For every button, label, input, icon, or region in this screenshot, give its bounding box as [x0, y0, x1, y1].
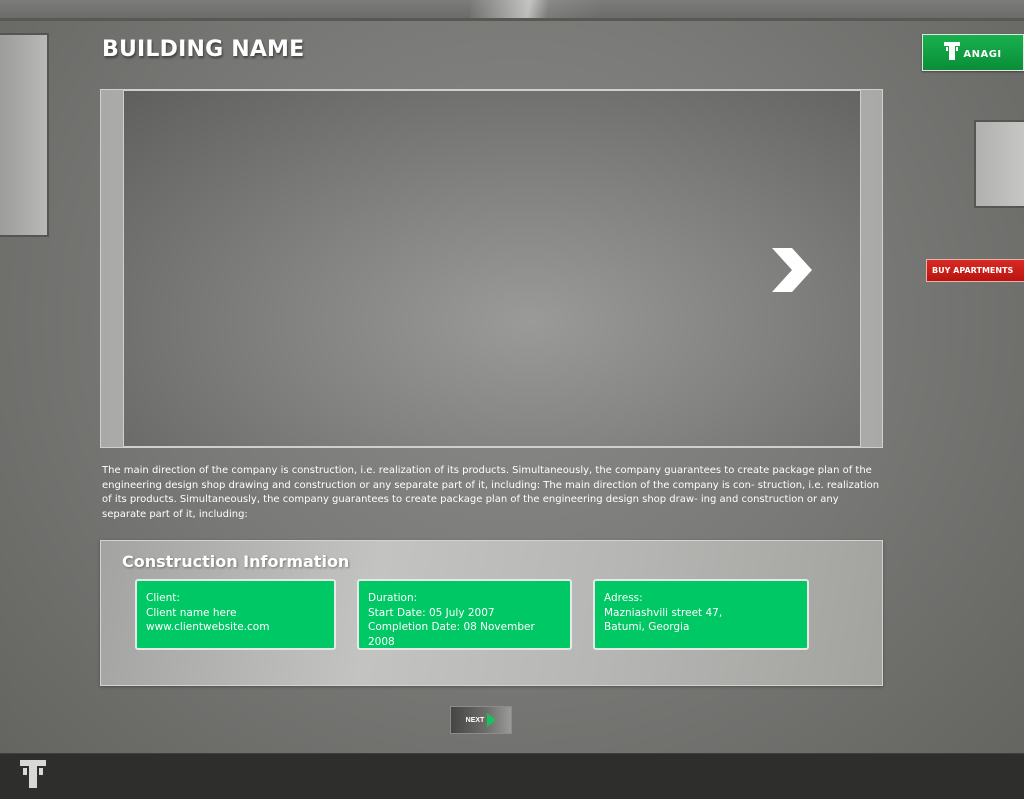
address-card: Adress: Mazniashvili street 47, Batumi, …	[593, 579, 809, 650]
t-building-icon	[944, 41, 961, 64]
chevron-right-icon	[772, 248, 812, 292]
top-bar	[0, 0, 1024, 21]
duration-label: Duration:	[368, 592, 418, 604]
footer-logo-icon[interactable]	[19, 758, 47, 790]
start-date: Start Date: 05 July 2007	[368, 606, 495, 619]
play-arrow-icon	[487, 713, 497, 727]
next-building-thumbnail[interactable]	[974, 120, 1024, 208]
address-label: Adress:	[604, 592, 643, 604]
client-name: Client name here	[146, 606, 237, 619]
construction-info-heading: Construction Information	[122, 552, 350, 571]
building-image	[123, 90, 861, 447]
top-bar-highlight	[470, 0, 600, 18]
duration-card: Duration: Start Date: 05 July 2007 Compl…	[357, 579, 572, 650]
previous-building-thumbnail[interactable]	[0, 33, 49, 237]
footer-bar	[0, 753, 1024, 799]
logo-text: ANAGI	[963, 49, 1002, 60]
client-website-link[interactable]: www.clientwebsite.com	[146, 620, 326, 635]
client-label: Client:	[146, 592, 180, 604]
slider-next-button[interactable]	[770, 246, 814, 294]
page-title: BUILDING NAME	[102, 37, 305, 62]
completion-date: Completion Date: 08 November 2008	[368, 621, 535, 648]
buy-apartments-button[interactable]: BUY APARTMENTS	[926, 259, 1024, 282]
building-description: The main direction of the company is con…	[102, 465, 880, 520]
address-line-2: Batumi, Georgia	[604, 621, 690, 633]
client-card: Client: Client name here www.clientwebsi…	[135, 579, 336, 650]
next-button-label: NEXT	[465, 716, 485, 724]
next-button[interactable]: NEXT	[450, 706, 512, 734]
company-logo-button[interactable]: ANAGI	[922, 34, 1024, 71]
address-line-1: Mazniashvili street 47,	[604, 606, 723, 619]
